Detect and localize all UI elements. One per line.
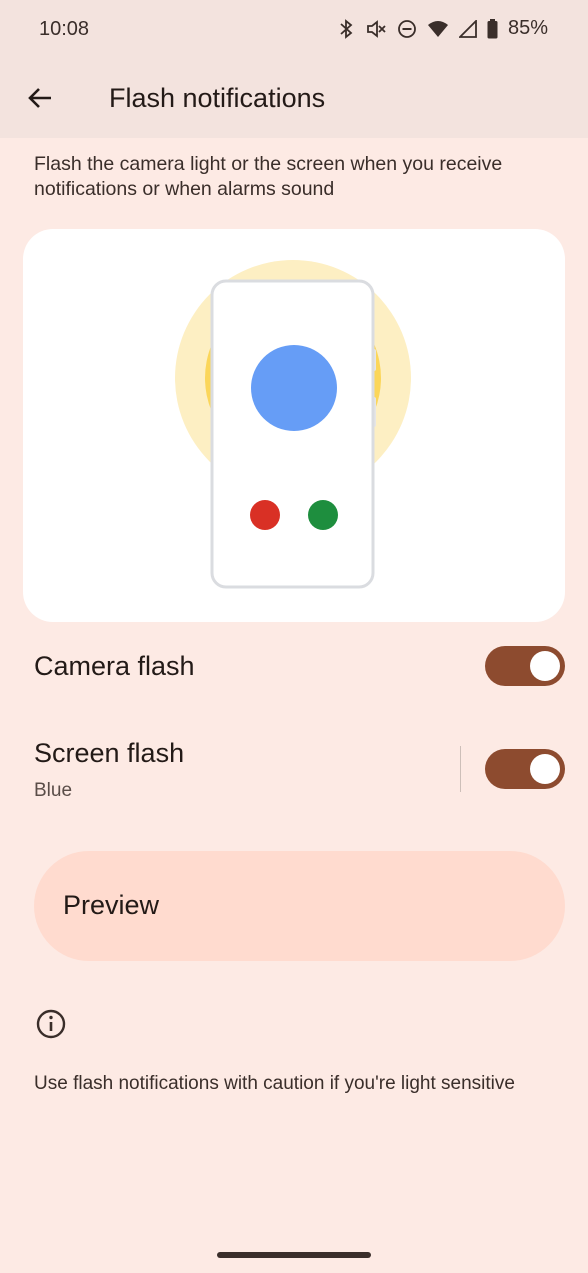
status-icons: 85% <box>337 17 548 40</box>
page-title: Flash notifications <box>109 83 326 113</box>
preview-button[interactable]: Preview <box>34 851 565 961</box>
screen-flash-color: Blue <box>34 780 73 801</box>
status-bar: 10:08 85% <box>0 0 588 58</box>
red-dot <box>250 500 280 530</box>
camera-flash-toggle[interactable] <box>485 646 565 686</box>
signal-icon <box>458 19 477 38</box>
bluetooth-icon <box>340 18 353 39</box>
description-text: Flash the camera light or the screen whe… <box>34 153 503 200</box>
row-divider <box>460 746 461 792</box>
battery-icon <box>487 18 498 38</box>
wifi-icon <box>427 20 448 37</box>
mute-icon <box>367 19 386 38</box>
status-time: 10:08 <box>39 18 90 40</box>
info-icon <box>36 1009 66 1039</box>
toggle-knob <box>530 651 560 681</box>
flash-illustration <box>23 229 565 622</box>
app-bar: Flash notifications <box>0 58 588 138</box>
screen-flash-label: Screen flash <box>34 738 185 768</box>
do-not-disturb-icon <box>398 19 416 38</box>
toggle-knob <box>530 754 560 784</box>
blue-dot <box>251 345 337 431</box>
screen-flash-toggle[interactable] <box>485 749 565 789</box>
green-dot <box>308 500 338 530</box>
battery-percentage: 85% <box>507 17 548 39</box>
phone-illustration <box>175 260 411 589</box>
camera-flash-label: Camera flash <box>34 651 195 681</box>
phone-frame <box>210 279 375 589</box>
preview-button-label: Preview <box>63 890 160 920</box>
home-gesture-bar[interactable] <box>217 1252 371 1258</box>
arrow-back-icon <box>28 88 51 108</box>
back-button[interactable] <box>22 80 58 116</box>
caution-text: Use flash notifications with caution if … <box>34 1073 515 1094</box>
